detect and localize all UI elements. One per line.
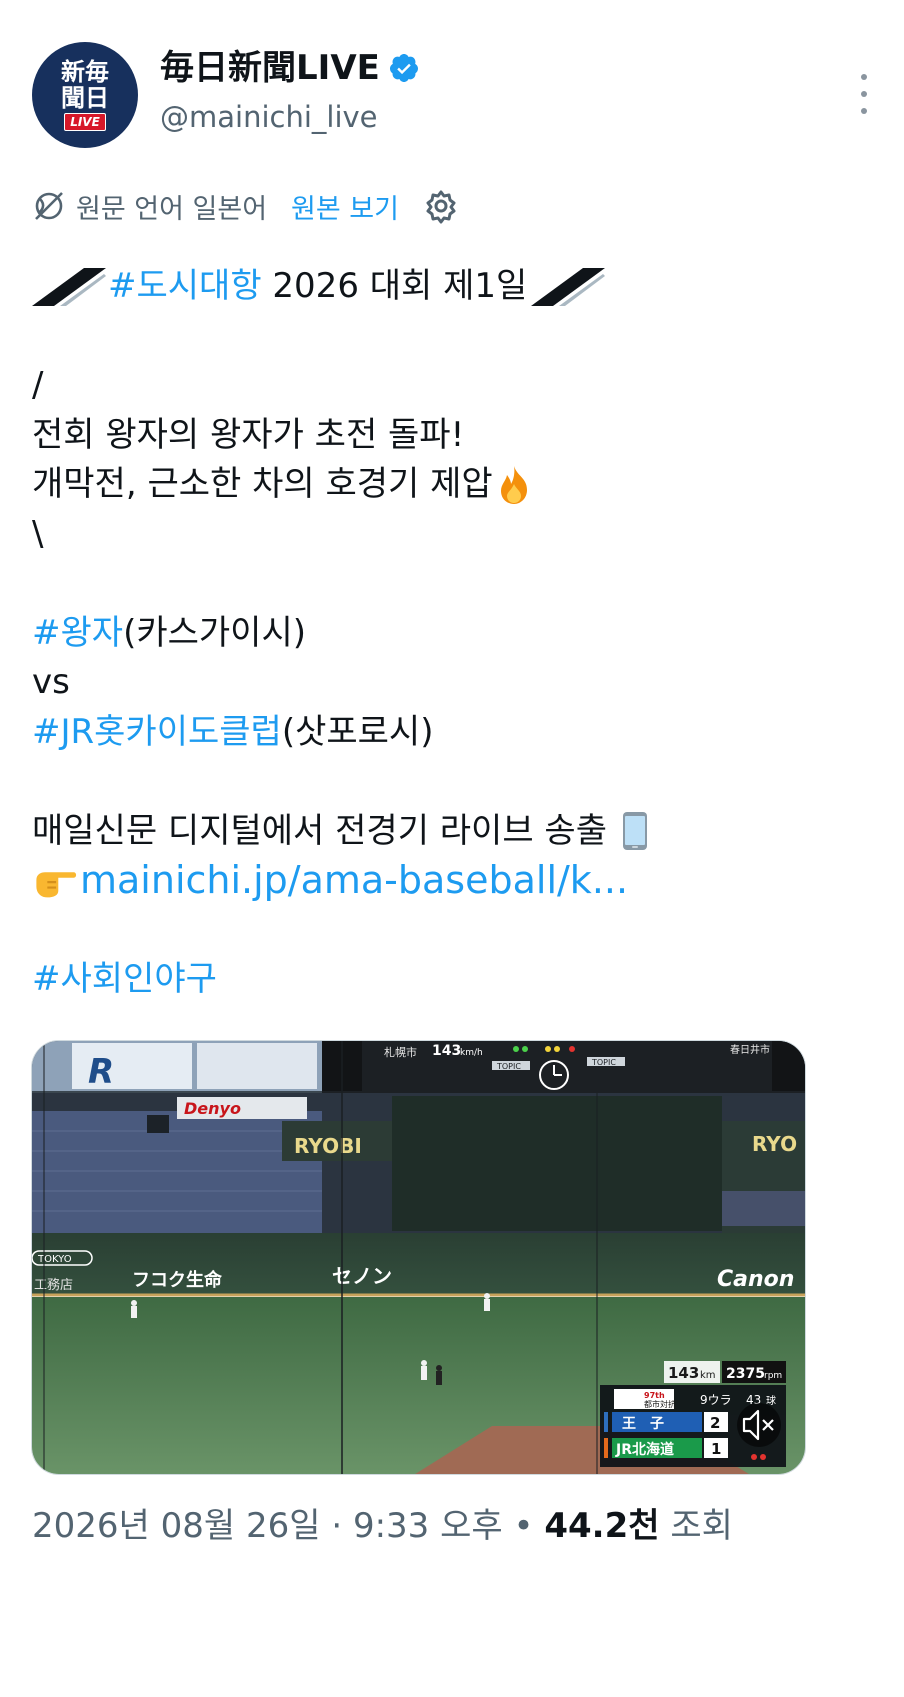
tournament-label: 都市対抗 (644, 1399, 676, 1409)
inning-label: 9ウラ (700, 1393, 732, 1407)
stream-note: 매일신문 디지털에서 전경기 라이브 송출 (32, 810, 607, 851)
board-speed-unit: km/h (460, 1048, 483, 1058)
sign-ryobi-right: RYO (752, 1132, 797, 1156)
spin-rate: 2375 (726, 1366, 765, 1382)
pitch-speed: 143 (668, 1364, 699, 1382)
slash-decoration-icon (531, 267, 606, 306)
article-link[interactable]: mainichi.jp/ama-baseball/k... (80, 856, 628, 906)
sign-fukoku: フコク生命 (132, 1269, 223, 1291)
tweet-time[interactable]: 9:33 오후 (353, 1506, 503, 1546)
slash-decoration-icon (32, 267, 106, 306)
show-original-link[interactable]: 원본 보기 (291, 187, 399, 226)
board-speed: 143 (432, 1043, 461, 1059)
footer-tag-row: #사회인야구 (32, 955, 872, 1005)
mute-icon[interactable] (737, 1403, 781, 1447)
more-options-icon[interactable] (856, 74, 872, 114)
view-count[interactable]: 44.2천 (544, 1506, 659, 1546)
sign-senon: セノン (332, 1264, 392, 1288)
pointing-hand-emoji-icon (36, 871, 77, 898)
avatar-live-badge: LIVE (64, 113, 106, 131)
tweet-header: 新毎聞日 LIVE 毎日新聞LIVE @mainichi_live (32, 38, 872, 148)
stream-note-row: 매일신문 디지털에서 전경기 라이브 송출 (32, 807, 872, 857)
team2-row: #JR홋카이도클럽 (삿포로시) (32, 708, 872, 758)
hashtag-oji[interactable]: #왕자 (32, 609, 123, 659)
baseball-field-image: R 札幌市 143 km/h TOPIC TOPIC 春日井市 Denyo RY… (32, 1041, 805, 1474)
headline-2: 개막전, 근소한 차의 호경기 제압 (32, 464, 493, 504)
author-info: 毎日新聞LIVE @mainichi_live (160, 48, 420, 134)
title-text: 2026 대회 제1일 (261, 266, 528, 306)
team2-score: 1 (711, 1440, 721, 1458)
view-label: 조회 (670, 1506, 733, 1546)
board-city1: 札幌市 (384, 1045, 417, 1059)
team1-row: #왕자 (카스가이시) (32, 609, 872, 659)
mobile-phone-emoji-icon (623, 812, 647, 851)
hashtag-jr-hokkaido-club[interactable]: #JR홋카이도클럽 (32, 708, 282, 758)
handle[interactable]: @mainichi_live (160, 100, 420, 134)
display-name[interactable]: 毎日新聞LIVE (160, 48, 380, 88)
separator-dot: • (513, 1506, 545, 1546)
topic-label-1: TOPIC (496, 1062, 521, 1071)
tweet-line-title: #도시대항 2026 대회 제1일 (32, 262, 872, 312)
avatar[interactable]: 新毎聞日 LIVE (32, 42, 138, 148)
versus-text: vs (32, 662, 70, 702)
pitch-speed-unit: km (700, 1370, 716, 1381)
sign-ryobi: RYOBI (294, 1134, 362, 1158)
board-city2: 春日井市 (730, 1043, 770, 1056)
tweet-text: #도시대항 2026 대회 제1일 / 전회 왕자의 왕자가 초전 돌파! 개막… (32, 262, 872, 1005)
tweet-meta: 2026년 08월 26일 · 9:33 오후 • 44.2천 조회 (32, 1504, 733, 1548)
separator-dot: · (331, 1506, 353, 1546)
translate-globe-icon (35, 192, 63, 220)
topic-label-2: TOPIC (591, 1058, 616, 1067)
avatar-logo-text: 新毎聞日 (61, 57, 109, 112)
sign-koumuten: 工務店 (34, 1278, 73, 1293)
team2-city: (삿포로시) (281, 711, 434, 752)
fire-emoji-icon (500, 465, 527, 504)
team2-name: JR北海道 (615, 1441, 674, 1458)
video-media[interactable]: R 札幌市 143 km/h TOPIC TOPIC 春日井市 Denyo RY… (31, 1040, 806, 1475)
sign-denyo: Denyo (184, 1099, 241, 1118)
original-language-label: 원문 언어 일본어 (76, 193, 268, 225)
edition-label: 97th (644, 1391, 665, 1400)
link-row: mainichi.jp/ama-baseball/k... (32, 856, 872, 906)
svg-text:R: R (88, 1052, 114, 1092)
gear-icon[interactable] (423, 188, 459, 224)
hashtag-shakaijin-yakyu[interactable]: #사회인야구 (32, 955, 217, 1005)
headline-2-row: 개막전, 근소한 차의 호경기 제압 (32, 460, 872, 510)
display-name-row[interactable]: 毎日新聞LIVE (160, 48, 420, 88)
hashtag-toshitaiko[interactable]: #도시대항 (108, 262, 262, 312)
translation-bar: 원문 언어 일본어 원본 보기 (32, 186, 459, 226)
sign-tokyo: TOKYO (37, 1254, 72, 1265)
close-slash: \ (32, 513, 44, 554)
verified-badge-icon (389, 54, 418, 82)
team1-city: (카스가이시) (123, 612, 306, 653)
spin-rate-unit: rpm (764, 1371, 782, 1381)
team1-name: 王 子 (622, 1416, 664, 1432)
headline-1: 전회 왕자의 왕자가 초전 돌파! (32, 414, 465, 455)
tweet-date[interactable]: 2026년 08월 26일 (32, 1506, 321, 1546)
sign-canon: Canon (717, 1267, 794, 1292)
open-slash: / (32, 365, 44, 405)
team1-score: 2 (710, 1414, 720, 1432)
